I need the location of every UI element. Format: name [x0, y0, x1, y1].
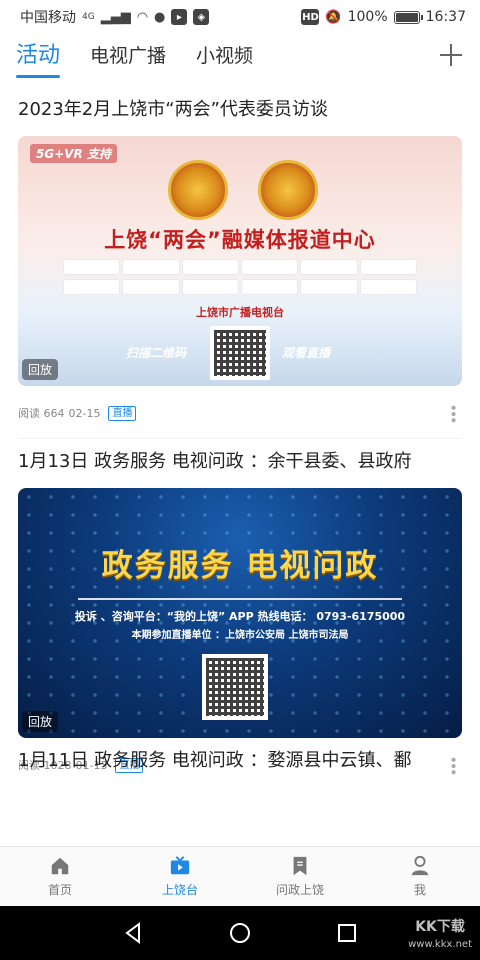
- divider: [18, 438, 462, 446]
- card-title[interactable]: 2023年2月上饶市“两会”代表委员访谈: [18, 98, 462, 122]
- nav-label: 我: [413, 883, 426, 897]
- national-emblem-icon: [168, 160, 228, 220]
- back-icon[interactable]: [121, 921, 145, 945]
- mute-icon: 🔕: [325, 9, 342, 25]
- card-title[interactable]: 1月11日 政务服务 电视问政 ：婺源县中云镇、鄱: [18, 746, 412, 772]
- app-notification-icon: ▸: [171, 9, 188, 25]
- 5g-vr-tag: 5G+VR 支持: [30, 144, 117, 163]
- thumbnail-headline: 政务服务 电视问政: [101, 548, 379, 584]
- battery-icon: [393, 10, 423, 24]
- thumbnail-hotline: 投诉 、咨询平台：“我的上饶” APP 热线电话： 0793-6175000: [74, 610, 406, 623]
- tab-tv-radio[interactable]: 电视广播: [90, 34, 166, 78]
- carrier-label: 中国移动: [20, 10, 76, 26]
- list-item[interactable]: 2023年2月上饶市“两会”代表委员访谈 5G+VR 支持 上饶“两会”融媒体报…: [0, 98, 480, 446]
- thumbnail-units: 本期参加直播单位 ：上饶市公安局 上饶市司法局: [131, 630, 349, 641]
- card-thumbnail[interactable]: 政务服务 电视问政 投诉 、咨询平台：“我的上饶” APP 热线电话： 0793…: [18, 488, 462, 738]
- qr-code: [210, 326, 270, 380]
- home-button-icon[interactable]: [228, 921, 252, 945]
- replay-badge: 回放: [22, 711, 59, 732]
- thumbnail-cta-right: 观看直播: [282, 346, 331, 360]
- tv-icon: [170, 856, 190, 875]
- wechat-icon: ●: [154, 9, 166, 25]
- nav-home[interactable]: 首页: [0, 847, 120, 906]
- thumbnail-cta-left: 扫描二维码: [126, 346, 187, 360]
- home-icon: [51, 857, 69, 875]
- bottom-nav: 首页 上饶台 问政上饶 我: [0, 846, 480, 906]
- card-meta: 阅读 664 02-15 直播 •••: [18, 402, 462, 424]
- live-tag: 直播: [108, 405, 137, 421]
- nav-inquiry[interactable]: 问政上饶: [240, 847, 360, 906]
- thumbnail-org: 上饶市广播电视台: [196, 306, 284, 319]
- clock: 16:37: [425, 9, 466, 25]
- card-title[interactable]: 1月13日 政务服务 电视问政 ：余干县委、县政府: [18, 450, 462, 474]
- feed-list[interactable]: 2023年2月上饶市“两会”代表委员访谈 5G+VR 支持 上饶“两会”融媒体报…: [0, 80, 480, 846]
- thumbnail-headline: 上饶“两会”融媒体报道中心: [104, 228, 376, 252]
- watermark: KK下载 www.kkx.net: [408, 919, 472, 950]
- tab-activities[interactable]: 活动: [16, 34, 61, 78]
- nav-label: 上饶台: [161, 883, 198, 897]
- nav-me[interactable]: 我: [360, 847, 480, 906]
- cppcc-emblem-icon: [258, 160, 318, 220]
- more-options-icon[interactable]: •••: [445, 404, 461, 423]
- card-thumbnail[interactable]: 5G+VR 支持 上饶“两会”融媒体报道中心 上饶市广播电视台 扫描二维码 观看…: [18, 136, 462, 386]
- list-item[interactable]: 1月13日 政务服务 电视问政 ：余干县委、县政府 政务服务 电视问政 投诉 、…: [0, 450, 480, 776]
- qr-code: [202, 654, 268, 720]
- more-options-icon[interactable]: •••: [445, 756, 461, 775]
- tab-short-video[interactable]: 小视频: [196, 34, 253, 78]
- top-tab-bar: 活动 电视广播 小视频: [0, 34, 480, 78]
- hd-icon: HD: [301, 9, 320, 25]
- battery-percent: 100%: [347, 9, 388, 25]
- media-partner-logos: [64, 260, 416, 296]
- person-icon: [411, 855, 429, 876]
- signal-bars-icon: ▂▄▆: [100, 9, 131, 25]
- signal-icon: 4G: [82, 12, 95, 22]
- status-bar: 中国移动 4G ▂▄▆ ◠ ● ▸ ◈ HD 🔕 100% 16:37: [0, 0, 480, 34]
- read-count: 阅读 664: [18, 407, 65, 420]
- recents-icon[interactable]: [335, 921, 359, 945]
- nav-label: 首页: [47, 883, 72, 897]
- system-nav-bar: KK下载 www.kkx.net: [0, 906, 480, 960]
- bookmark-icon: [293, 856, 307, 876]
- add-channel-icon[interactable]: [436, 40, 466, 70]
- replay-badge: 回放: [22, 359, 59, 380]
- wifi-icon: ◠: [136, 9, 149, 25]
- post-date: 02-15: [68, 406, 101, 420]
- nav-shangrao-tv[interactable]: 上饶台: [120, 847, 240, 906]
- app-notification-icon-2: ◈: [193, 9, 210, 25]
- nav-label: 问政上饶: [275, 883, 324, 897]
